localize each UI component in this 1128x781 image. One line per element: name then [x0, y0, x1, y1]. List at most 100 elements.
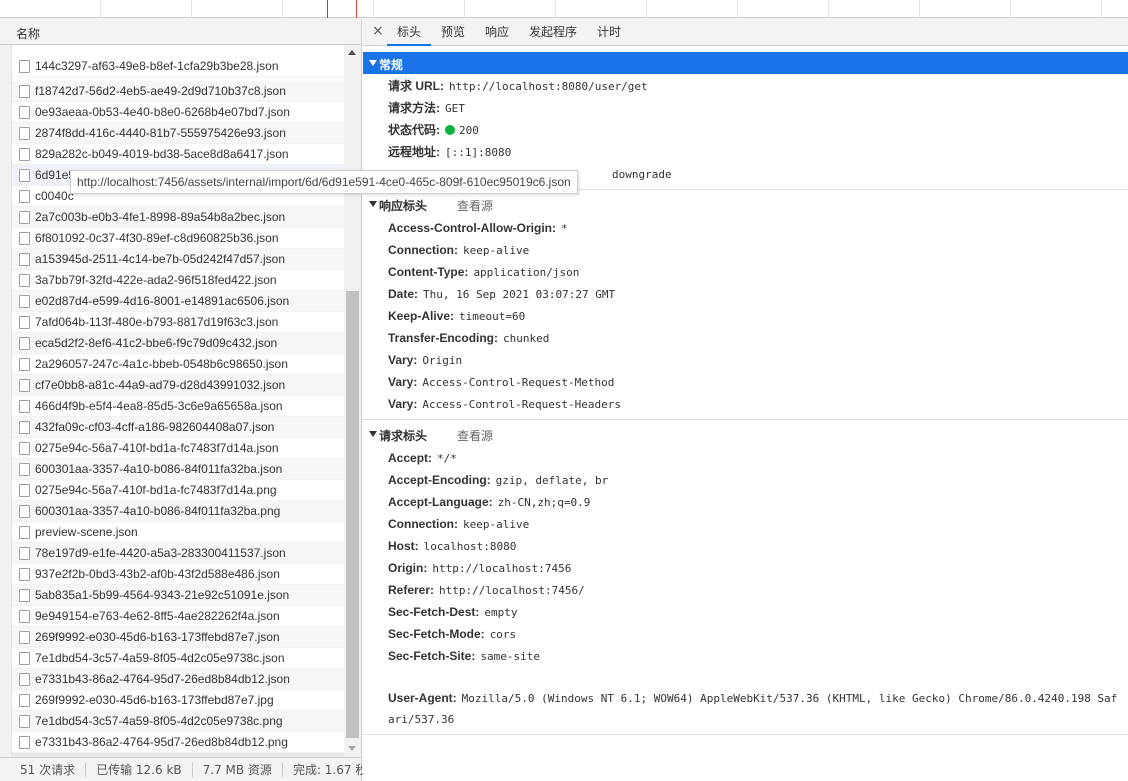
request-name: 2a296057-247c-4a1c-bbeb-0548b6c98650.jso…: [35, 357, 288, 371]
file-icon: [19, 169, 30, 182]
timeline-gridline: [737, 0, 738, 18]
file-icon: [19, 652, 30, 665]
file-icon: [19, 316, 30, 329]
header-value: timeout=60: [459, 310, 526, 323]
header-key: Accept:: [388, 451, 433, 465]
file-icon: [19, 463, 30, 476]
request-row[interactable]: 432fa09c-cf03-4cff-a186-982604408a07.jso…: [12, 417, 344, 438]
request-view-source-link[interactable]: 查看源: [457, 427, 493, 444]
file-icon: [19, 60, 30, 73]
request-headers-section-header[interactable]: 请求标头 查看源: [363, 423, 1128, 445]
header-key: 请求 URL:: [388, 79, 444, 93]
network-timeline[interactable]: [0, 0, 1128, 18]
request-list-scrollbar[interactable]: [344, 45, 361, 757]
request-row[interactable]: 269f9992-e030-45d6-b163-173ffebd87e7.jso…: [12, 627, 344, 648]
request-name: a153945d-2511-4c14-be7b-05d242f47d57.jso…: [35, 252, 285, 266]
request-name: 7afd064b-113f-480e-b793-8817d19f63c3.jso…: [35, 315, 279, 329]
file-icon: [19, 358, 30, 371]
request-row[interactable]: cf7e0bb8-a81c-44a9-ad79-d28d43991032.jso…: [12, 375, 344, 396]
request-name: 5ab835a1-5b99-4564-9343-21e92c51091e.jso…: [35, 588, 290, 602]
header-row: Referer: http://localhost:7456/: [388, 583, 585, 598]
header-value: gzip, deflate, br: [495, 474, 609, 487]
file-icon: [19, 547, 30, 560]
request-row[interactable]: 2a7c003b-e0b3-4fe1-8998-89a54b8a2bec.jso…: [12, 207, 344, 228]
request-name: 600301aa-3357-4a10-b086-84f011fa32ba.jso…: [35, 462, 283, 476]
header-value: chunked: [503, 332, 550, 345]
request-name: f18742d7-56d2-4eb5-ae49-2d9d710b37c8.jso…: [35, 84, 286, 98]
request-name: 269f9992-e030-45d6-b163-173ffebd87e7.jso…: [35, 630, 280, 644]
request-name: 937e2f2b-0bd3-43b2-af0b-43f2d588e486.jso…: [35, 567, 280, 581]
request-row[interactable]: 144c3297-af63-49e8-b8ef-1cfa29b3be28.jso…: [12, 56, 344, 77]
request-row[interactable]: 937e2f2b-0bd3-43b2-af0b-43f2d588e486.jso…: [12, 564, 344, 585]
collapse-triangle-icon: [369, 201, 377, 207]
request-row[interactable]: 600301aa-3357-4a10-b086-84f011fa32ba.jso…: [12, 459, 344, 480]
request-row[interactable]: 78e197d9-e1fe-4420-a5a3-283300411537.jso…: [12, 543, 344, 564]
response-headers-section-header[interactable]: 响应标头 查看源: [363, 193, 1128, 215]
request-row[interactable]: preview-scene.json: [12, 522, 344, 543]
header-key: Referer:: [388, 583, 435, 597]
request-row[interactable]: 7e1dbd54-3c57-4a59-8f05-4d2c05e9738c.png: [12, 711, 344, 732]
header-key: Origin:: [388, 561, 428, 575]
tab-response[interactable]: 响应: [477, 18, 517, 46]
header-key: Sec-Fetch-Site:: [388, 649, 476, 663]
header-key: Date:: [388, 287, 419, 301]
url-tooltip: http://localhost:7456/assets/internal/im…: [70, 170, 578, 194]
response-headers-title: 响应标头: [379, 199, 428, 213]
header-key: Vary:: [388, 397, 418, 411]
request-name: 2a7c003b-e0b3-4fe1-8998-89a54b8a2bec.jso…: [35, 210, 286, 224]
collapse-triangle-icon: [369, 60, 377, 66]
header-row: Host: localhost:8080: [388, 539, 516, 554]
network-status-bar: 51 次请求 已传输 12.6 kB 7.7 MB 资源 完成: 1.67 秒: [0, 757, 367, 781]
header-row: Date: Thu, 16 Sep 2021 03:07:27 GMT: [388, 287, 615, 302]
request-row[interactable]: f18742d7-56d2-4eb5-ae49-2d9d710b37c8.jso…: [12, 81, 344, 102]
header-row: 请求 URL: http://localhost:8080/user/get: [388, 79, 648, 94]
request-count: 51 次请求: [10, 762, 87, 777]
request-headers-title: 请求标头: [379, 429, 428, 443]
request-row[interactable]: 0275e94c-56a7-410f-bd1a-fc7483f7d14a.jso…: [12, 438, 344, 459]
scrollbar-thumb[interactable]: [346, 291, 359, 738]
section-divider: [363, 419, 1128, 420]
file-icon: [19, 211, 30, 224]
request-row[interactable]: 2a296057-247c-4a1c-bbeb-0548b6c98650.jso…: [12, 354, 344, 375]
request-row[interactable]: 5ab835a1-5b99-4564-9343-21e92c51091e.jso…: [12, 585, 344, 606]
request-name: 3a7bb79f-32fd-422e-ada2-96f518fed422.jso…: [35, 273, 277, 287]
tab-initiator[interactable]: 发起程序: [521, 18, 585, 46]
scroll-up-button[interactable]: [344, 45, 361, 62]
request-row[interactable]: 7afd064b-113f-480e-b793-8817d19f63c3.jso…: [12, 312, 344, 333]
request-row[interactable]: 6f801092-0c37-4f30-89ef-c8d960825b36.jso…: [12, 228, 344, 249]
request-row[interactable]: e02d87d4-e599-4d16-8001-e14891ac6506.jso…: [12, 291, 344, 312]
header-value: localhost:8080: [423, 540, 517, 553]
tab-timing[interactable]: 计时: [589, 18, 629, 46]
close-icon[interactable]: ×: [372, 24, 384, 38]
scroll-down-button[interactable]: [344, 740, 361, 757]
request-row[interactable]: e7331b43-86a2-4764-95d7-26ed8b84db12.png: [12, 732, 344, 753]
tab-headers[interactable]: 标头: [387, 18, 431, 46]
request-row[interactable]: 269f9992-e030-45d6-b163-173ffebd87e7.jpg: [12, 690, 344, 711]
file-icon: [19, 421, 30, 434]
header-value: Origin: [422, 354, 463, 367]
tab-preview[interactable]: 预览: [433, 18, 473, 46]
request-row[interactable]: e7331b43-86a2-4764-95d7-26ed8b84db12.jso…: [12, 669, 344, 690]
request-row[interactable]: 829a282c-b049-4019-bd38-5ace8d8a6417.jso…: [12, 144, 344, 165]
request-row[interactable]: eca5d2f2-8ef6-41c2-bbe6-f9c79d09c432.jso…: [12, 333, 344, 354]
header-row: Connection: keep-alive: [388, 517, 529, 532]
response-view-source-link[interactable]: 查看源: [457, 197, 493, 214]
request-row[interactable]: 466d4f9b-e5f4-4ea8-85d5-3c6e9a65658a.jso…: [12, 396, 344, 417]
request-row[interactable]: a153945d-2511-4c14-be7b-05d242f47d57.jso…: [12, 249, 344, 270]
timeline-gridline: [1010, 0, 1011, 18]
header-row: downgrade: [607, 167, 672, 182]
header-key: Vary:: [388, 353, 418, 367]
file-icon: [19, 631, 30, 644]
request-row[interactable]: 9e949154-e763-4e62-8ff5-4ae282262f4a.jso…: [12, 606, 344, 627]
request-row[interactable]: 7e1dbd54-3c57-4a59-8f05-4d2c05e9738c.jso…: [12, 648, 344, 669]
request-row[interactable]: 2874f8dd-416c-4440-81b7-555975426e93.jso…: [12, 123, 344, 144]
request-row[interactable]: 0275e94c-56a7-410f-bd1a-fc7483f7d14a.png: [12, 480, 344, 501]
request-name: 466d4f9b-e5f4-4ea8-85d5-3c6e9a65658a.jso…: [35, 399, 283, 413]
request-row[interactable]: 0e93aeaa-0b53-4e40-b8e0-6268b4e07bd7.jso…: [12, 102, 344, 123]
request-row[interactable]: 3a7bb79f-32fd-422e-ada2-96f518fed422.jso…: [12, 270, 344, 291]
header-key: Access-Control-Allow-Origin:: [388, 221, 557, 235]
general-section-header[interactable]: 常规: [363, 52, 1128, 74]
file-icon: [19, 610, 30, 623]
request-row[interactable]: 600301aa-3357-4a10-b086-84f011fa32ba.png: [12, 501, 344, 522]
request-name: 0275e94c-56a7-410f-bd1a-fc7483f7d14a.png: [35, 483, 277, 497]
